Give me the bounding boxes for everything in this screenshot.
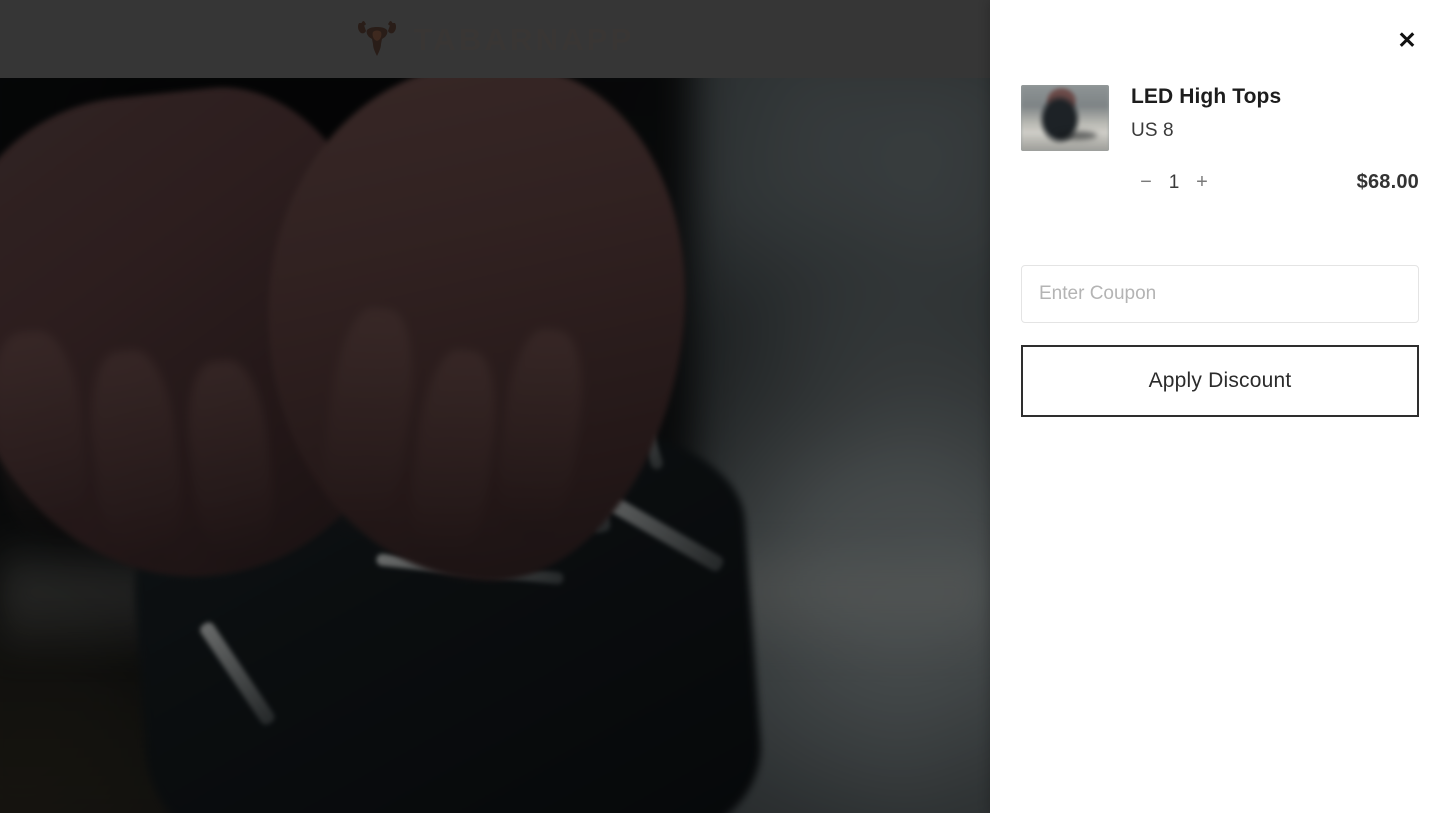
cart-drawer-panel: ✕ LED High Tops US 8 − 1 + $68.00 Apply [990, 0, 1445, 813]
quantity-increase-button[interactable]: + [1189, 172, 1215, 192]
hero-product-photo [0, 78, 990, 813]
store-page-backdrop: TABARNAPP [0, 0, 990, 813]
brand-name: TABARNAPP [413, 21, 635, 57]
quantity-value[interactable]: 1 [1159, 173, 1189, 192]
store-header-bar: TABARNAPP [0, 0, 990, 78]
cart-item-variant: US 8 [1131, 119, 1174, 141]
moose-head-icon [355, 18, 399, 60]
quantity-decrease-button[interactable]: − [1133, 172, 1159, 192]
apply-discount-button[interactable]: Apply Discount [1021, 345, 1419, 417]
cart-contents: LED High Tops US 8 − 1 + $68.00 Apply Di… [1021, 85, 1419, 417]
brand-logo[interactable]: TABARNAPP [355, 18, 634, 60]
product-thumbnail[interactable] [1021, 85, 1109, 151]
photo-background-layer [0, 78, 990, 813]
cart-drawer-screen: TABARNAPP ✕ LED High Tops US 8 − 1 + $68… [0, 0, 1445, 813]
product-thumbnail-image [1021, 85, 1109, 151]
quantity-stepper: − 1 + $68.00 [1021, 172, 1419, 192]
cart-line-item: LED High Tops US 8 [1021, 85, 1419, 151]
coupon-input[interactable] [1021, 265, 1419, 323]
close-icon[interactable]: ✕ [1391, 24, 1423, 56]
cart-item-price: $68.00 [1356, 171, 1419, 193]
cart-item-info: LED High Tops US 8 [1131, 85, 1419, 141]
cart-item-title: LED High Tops [1131, 85, 1282, 108]
